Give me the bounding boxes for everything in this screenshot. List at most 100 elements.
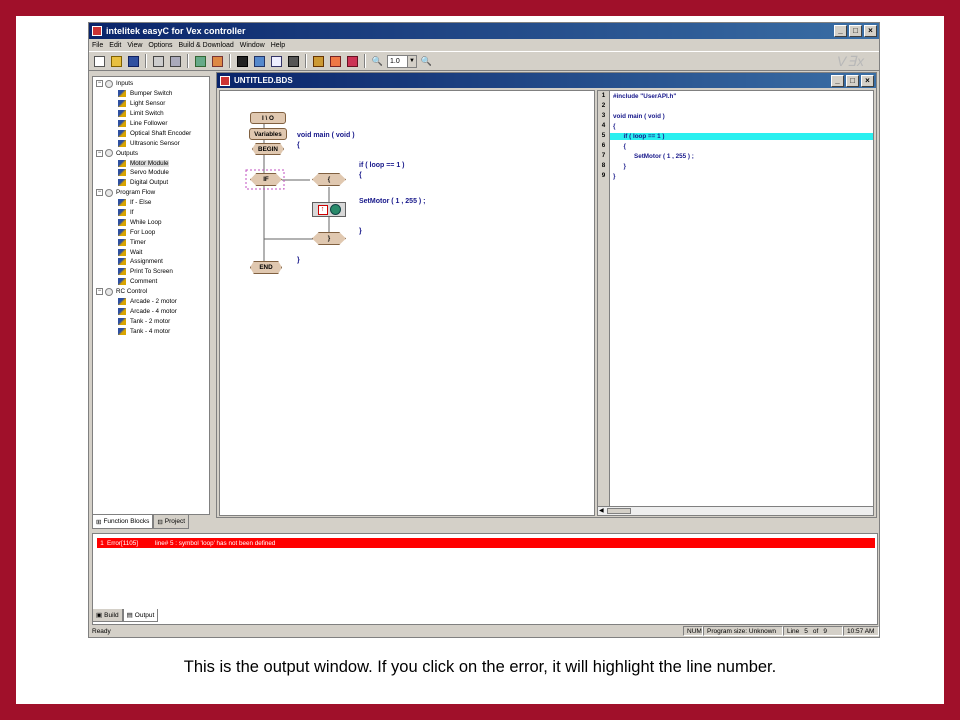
menu-view[interactable]: View — [127, 42, 142, 49]
tree-item[interactable]: Limit Switch — [93, 109, 209, 119]
print-icon[interactable] — [286, 54, 301, 69]
tree-item[interactable]: While Loop — [93, 217, 209, 227]
flow-code-if-open: { — [359, 172, 362, 179]
document-window: UNTITLED.BDS _ □ × I \ O Variables BEGIN — [216, 72, 877, 518]
tree-item[interactable]: Light Sensor — [93, 99, 209, 109]
code-line[interactable]: 2 — [598, 101, 873, 111]
menu-file[interactable]: File — [92, 42, 103, 49]
menu-help[interactable]: Help — [271, 42, 285, 49]
tree-item[interactable]: Print To Screen — [93, 267, 209, 277]
collapse-icon[interactable]: − — [96, 80, 103, 88]
chip-icon[interactable] — [252, 54, 267, 69]
loader-icon[interactable] — [328, 54, 343, 69]
tree-item[interactable]: Ultrasonic Sensor — [93, 138, 209, 148]
code-line[interactable]: 4{ — [598, 121, 873, 131]
tools-icon[interactable] — [311, 54, 326, 69]
code-text: { — [613, 142, 626, 150]
tree-item[interactable]: Arcade - 2 motor — [93, 297, 209, 307]
doc-close-button[interactable]: × — [861, 74, 874, 87]
menu-options[interactable]: Options — [148, 42, 172, 49]
scrollbar-thumb[interactable] — [607, 508, 631, 514]
doc-minimize-button[interactable]: _ — [831, 74, 844, 87]
tree-item[interactable]: Assignment — [93, 257, 209, 267]
tree-item[interactable]: Comment — [93, 277, 209, 287]
zoom-in-icon[interactable]: 🔍 — [370, 54, 385, 69]
tree-item[interactable]: If — [93, 208, 209, 218]
collapse-icon[interactable]: − — [96, 288, 103, 296]
tree-item[interactable]: Tank - 4 motor — [93, 326, 209, 336]
build-icon[interactable] — [210, 54, 225, 69]
tree-item[interactable]: Wait — [93, 247, 209, 257]
close-brace-block[interactable]: } — [312, 232, 346, 245]
zoom-out-icon[interactable]: 🔍 — [419, 54, 434, 69]
if-block[interactable]: IF — [250, 173, 282, 186]
maximize-button[interactable]: □ — [849, 25, 862, 37]
status-ready: Ready — [92, 627, 111, 635]
save-icon[interactable] — [126, 54, 141, 69]
code-line[interactable]: 5 if ( loop == 1 ) — [598, 131, 873, 141]
tree-item[interactable]: Tank - 2 motor — [93, 316, 209, 326]
variables-block[interactable]: Variables — [249, 128, 287, 140]
menu-build-download[interactable]: Build & Download — [179, 42, 234, 49]
function-block-icon — [118, 248, 126, 256]
tree-category[interactable]: − Inputs — [93, 79, 209, 89]
collapse-icon[interactable]: − — [96, 149, 103, 157]
menu-window[interactable]: Window — [240, 42, 265, 49]
tree-category[interactable]: − Program Flow — [93, 188, 209, 198]
collapse-icon[interactable]: − — [96, 189, 103, 197]
begin-block[interactable]: BEGIN — [252, 143, 284, 155]
build-tab-icon: ▣ — [96, 612, 103, 619]
tree-item[interactable]: If - Else — [93, 198, 209, 208]
tab-project[interactable]: ⊟ Project — [153, 515, 190, 529]
code-line[interactable]: 7 SetMotor ( 1 , 255 ) ; — [598, 151, 873, 161]
function-block-icon — [118, 268, 126, 276]
error-row[interactable]: 1 Error[1105] line# 5 : symbol 'loop' ha… — [97, 538, 875, 548]
tree-item[interactable]: Servo Module — [93, 168, 209, 178]
tab-function-blocks[interactable]: ⊞ Function Blocks — [92, 515, 154, 529]
tree-item[interactable]: Line Follower — [93, 119, 209, 129]
tree-item[interactable]: Arcade - 4 motor — [93, 306, 209, 316]
horizontal-scrollbar[interactable]: ◀ — [598, 506, 873, 515]
tree-item[interactable]: Timer — [93, 237, 209, 247]
end-block[interactable]: END — [250, 261, 282, 274]
tree-item[interactable]: Digital Output — [93, 178, 209, 188]
code-line[interactable]: 8 } — [598, 161, 873, 171]
arrow-up-icon: ↑ — [317, 204, 328, 215]
line-number: 8 — [598, 161, 610, 171]
chevron-left-icon[interactable]: ◀ — [599, 507, 604, 514]
status-time: 10:57 AM — [843, 626, 879, 636]
code-line[interactable]: 1 #include "UserAPI.h" — [598, 91, 873, 101]
terminal-icon[interactable] — [235, 54, 250, 69]
minimize-button[interactable]: _ — [834, 25, 847, 37]
window-icon[interactable] — [269, 54, 284, 69]
output-tabs: ▣ Build ▤ Output — [92, 609, 159, 622]
flow-code-main-open: { — [297, 142, 300, 149]
doc-maximize-button[interactable]: □ — [846, 74, 859, 87]
zoom-select[interactable]: 1.0 ▼ — [387, 54, 417, 68]
close-button[interactable]: × — [864, 25, 877, 37]
grid-icon[interactable] — [151, 54, 166, 69]
open-folder-icon[interactable] — [109, 54, 124, 69]
function-block-icon — [118, 298, 126, 306]
io-block[interactable]: I \ O — [250, 112, 286, 124]
tree-category[interactable]: − Outputs — [93, 148, 209, 158]
setmotor-block[interactable]: ↑ — [312, 202, 346, 217]
tree-item[interactable]: Bumper Switch — [93, 89, 209, 99]
code-line[interactable]: 6 { — [598, 141, 873, 151]
cut-icon[interactable] — [168, 54, 183, 69]
code-text: void main ( void ) — [613, 112, 665, 120]
code-line[interactable]: 3 void main ( void ) — [598, 111, 873, 121]
code-line[interactable]: 9} — [598, 171, 873, 181]
function-block-icon — [118, 159, 126, 167]
new-file-icon[interactable] — [92, 54, 107, 69]
tree-category[interactable]: − RC Control — [93, 287, 209, 297]
menu-edit[interactable]: Edit — [109, 42, 121, 49]
download-icon[interactable] — [193, 54, 208, 69]
tree-item[interactable]: For Loop — [93, 227, 209, 237]
tree-item[interactable]: Optical Shaft Encoder — [93, 128, 209, 138]
program-icon[interactable] — [345, 54, 360, 69]
tree-item[interactable]: Motor Module — [93, 158, 209, 168]
tab-output[interactable]: ▤ Output — [122, 609, 159, 622]
tab-build[interactable]: ▣ Build — [92, 609, 123, 622]
open-brace-block[interactable]: { — [312, 173, 346, 186]
